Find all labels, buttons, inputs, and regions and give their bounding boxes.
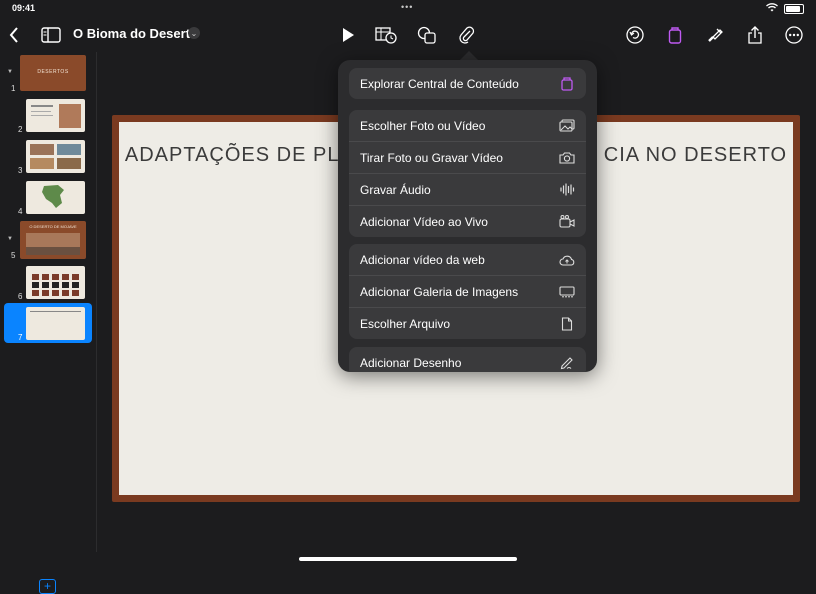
menu-item-add-live-video[interactable]: Adicionar Vídeo ao Vivo [349, 205, 586, 237]
menu-group-drawing: Adicionar Desenho [349, 347, 586, 372]
slide-thumbnail-title: O DESERTO DE MOJAVE [29, 224, 77, 229]
slide-thumbnail-7[interactable] [26, 307, 85, 340]
slide-number: 7 [18, 333, 23, 342]
undo-icon[interactable] [624, 23, 646, 47]
slide-number: 3 [18, 166, 23, 175]
slide-number: 1 [11, 84, 16, 93]
shapes-icon[interactable] [416, 23, 438, 47]
share-icon[interactable] [744, 23, 766, 47]
cloud-icon [559, 252, 575, 268]
document-icon [559, 316, 575, 332]
slide-thumbnail-6[interactable] [26, 266, 85, 299]
battery-icon [784, 4, 804, 14]
add-slide-button[interactable]: + [39, 579, 56, 594]
collapse-triangle-icon[interactable]: ▼ [7, 236, 13, 242]
slide-thumbnail-5[interactable]: O DESERTO DE MOJAVE [20, 221, 86, 259]
menu-item-take-photo-video[interactable]: Tirar Foto ou Gravar Vídeo [349, 141, 586, 173]
content-hub-toolbar-icon[interactable] [664, 23, 686, 47]
multitasking-dots-icon[interactable]: ••• [401, 2, 413, 12]
menu-item-add-web-video[interactable]: Adicionar vídeo da web [349, 244, 586, 275]
home-indicator[interactable] [299, 557, 517, 561]
menu-item-add-drawing[interactable]: Adicionar Desenho [349, 347, 586, 372]
paperclip-icon[interactable] [456, 23, 478, 47]
title-chevron-down-icon[interactable]: ⌄ [188, 27, 200, 39]
paintbrush-icon[interactable] [704, 23, 726, 47]
menu-item-choose-photo-video[interactable]: Escolher Foto ou Vídeo [349, 110, 586, 141]
slide-title-right: CIA NO DESERTO [603, 144, 788, 166]
image-gallery-icon [559, 284, 575, 300]
status-bar: 09:41 ••• [0, 0, 816, 16]
waveform-icon [559, 182, 575, 198]
slide-navigator: ▼ 1 DESERTOS 2 3 4 ▼ 5 O DESERTO DE MOJA… [0, 52, 97, 594]
menu-item-record-audio[interactable]: Gravar Áudio [349, 173, 586, 205]
menu-group-web-files: Adicionar vídeo da web Adicionar Galeria… [349, 244, 586, 339]
slide-thumbnail-2[interactable] [26, 99, 85, 132]
menu-group-media: Escolher Foto ou Vídeo Tirar Foto ou Gra… [349, 110, 586, 237]
slide-thumbnail-1[interactable]: DESERTOS [20, 55, 86, 91]
live-video-icon [559, 214, 575, 230]
insert-media-popover: Explorar Central de Conteúdo Escolher Fo… [338, 60, 597, 372]
sidebar-toggle-icon[interactable] [40, 23, 62, 47]
slide-thumbnail-title: DESERTOS [37, 69, 69, 75]
more-options-icon[interactable] [783, 23, 805, 47]
slide-number: 5 [11, 251, 16, 260]
photo-library-icon [559, 118, 575, 134]
menu-item-add-image-gallery[interactable]: Adicionar Galeria de Imagens [349, 275, 586, 307]
toolbar: O Bioma do Deserto ⌄ [0, 18, 816, 52]
menu-item-choose-file[interactable]: Escolher Arquivo [349, 307, 586, 339]
camera-icon [559, 150, 575, 166]
pencil-draw-icon [559, 355, 575, 371]
popover-arrow [460, 51, 478, 60]
status-time: 09:41 [12, 3, 36, 13]
slide-thumbnail-4[interactable] [26, 181, 85, 214]
slide-number: 2 [18, 125, 23, 134]
back-chevron-icon[interactable] [5, 23, 23, 47]
wifi-icon [766, 3, 778, 15]
slide-title-left: ADAPTAÇÕES DE PLA [124, 144, 354, 166]
content-hub-icon [559, 76, 575, 92]
slide-thumbnail-3[interactable] [26, 140, 85, 173]
collapse-triangle-icon[interactable]: ▼ [7, 69, 13, 75]
slide-number: 4 [18, 207, 23, 216]
play-icon[interactable] [338, 23, 358, 47]
table-clock-icon[interactable] [374, 23, 398, 47]
menu-item-explore-content-hub[interactable]: Explorar Central de Conteúdo [349, 68, 586, 99]
menu-group-content-hub: Explorar Central de Conteúdo [349, 68, 586, 99]
slide-number: 6 [18, 292, 23, 301]
document-title[interactable]: O Bioma do Deserto [73, 26, 198, 41]
